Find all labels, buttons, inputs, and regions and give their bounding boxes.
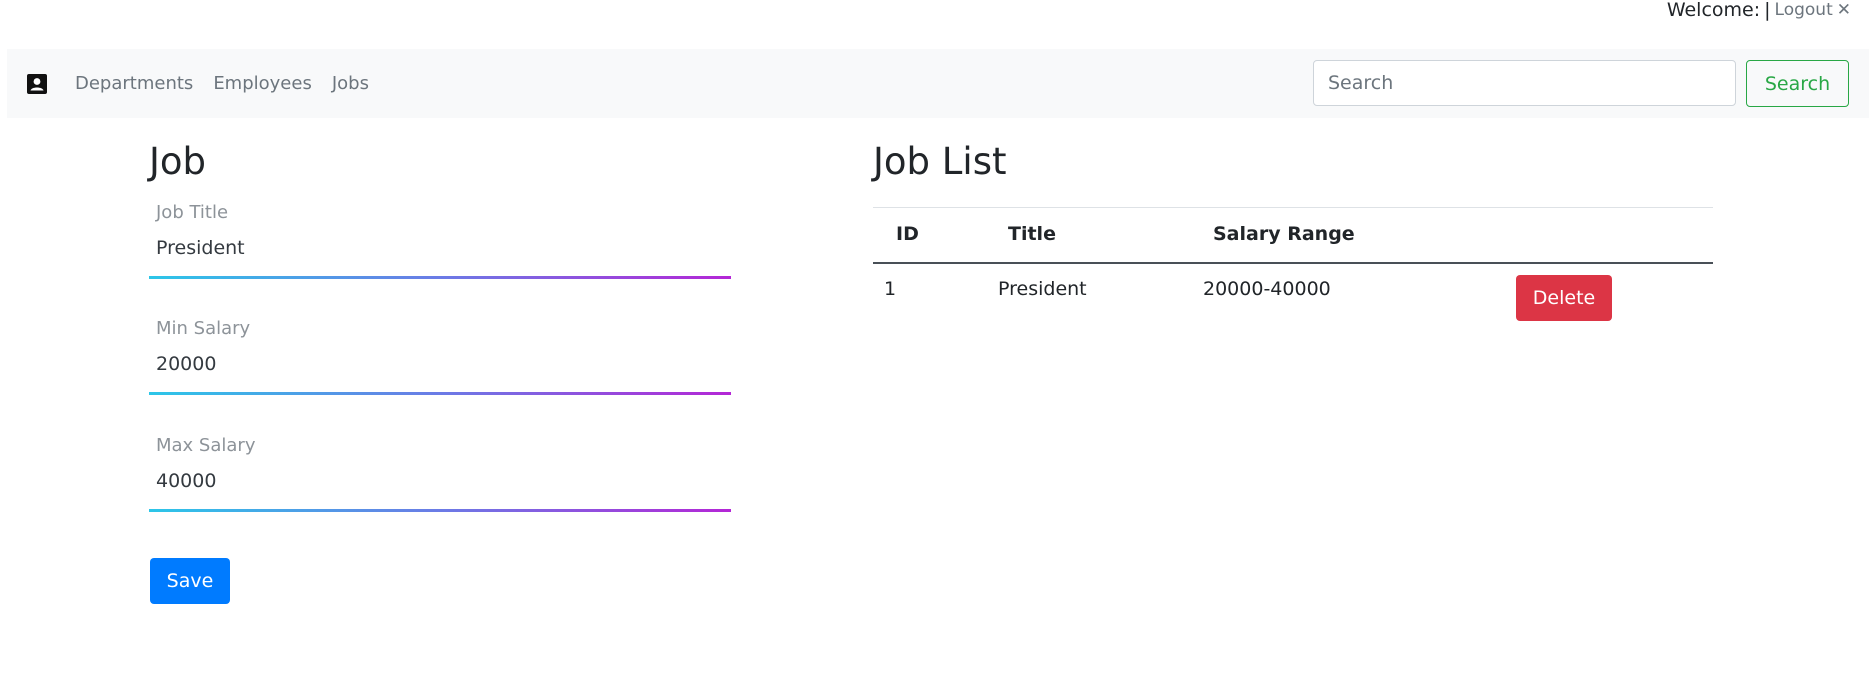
search-button[interactable]: Search [1746,60,1849,107]
separator: | [1764,0,1771,21]
navbar: Departments Employees Jobs Search [7,49,1869,118]
min-salary-field[interactable]: Min Salary 20000 [149,318,731,395]
max-salary-value[interactable]: 40000 [156,470,731,492]
column-header-id: ID [896,223,919,245]
cell-salary-range: 20000-40000 [1203,278,1331,300]
column-header-title: Title [1008,223,1056,245]
field-underline [149,509,731,512]
user-bar: Welcome: | Logout ✕ [1667,0,1851,20]
job-list-heading: Job List [873,140,1007,183]
column-header-salary-range: Salary Range [1213,223,1355,245]
min-salary-label: Min Salary [156,318,251,339]
nav-link-jobs[interactable]: Jobs [332,73,369,94]
delete-button[interactable]: Delete [1516,275,1612,321]
table-header-divider [873,262,1713,264]
field-underline [149,392,731,395]
table-divider [873,207,1713,208]
logout-link[interactable]: Logout [1775,1,1833,19]
search-input[interactable] [1313,60,1736,106]
min-salary-value[interactable]: 20000 [156,353,731,375]
job-title-field[interactable]: Job Title President [149,202,731,279]
cell-title: President [998,278,1087,300]
job-title-value[interactable]: President [156,237,731,259]
max-salary-field[interactable]: Max Salary 40000 [149,435,731,512]
max-salary-label: Max Salary [156,435,256,456]
form-heading: Job [149,140,207,183]
field-underline [149,276,731,279]
contact-card-icon[interactable] [26,73,48,95]
nav-links: Departments Employees Jobs [75,49,389,118]
close-icon[interactable]: ✕ [1837,1,1851,19]
job-title-label: Job Title [156,202,229,223]
nav-link-departments[interactable]: Departments [75,73,193,94]
nav-link-employees[interactable]: Employees [213,73,312,94]
cell-id: 1 [884,278,897,300]
welcome-text: Welcome: [1666,0,1761,21]
save-button[interactable]: Save [150,558,230,604]
